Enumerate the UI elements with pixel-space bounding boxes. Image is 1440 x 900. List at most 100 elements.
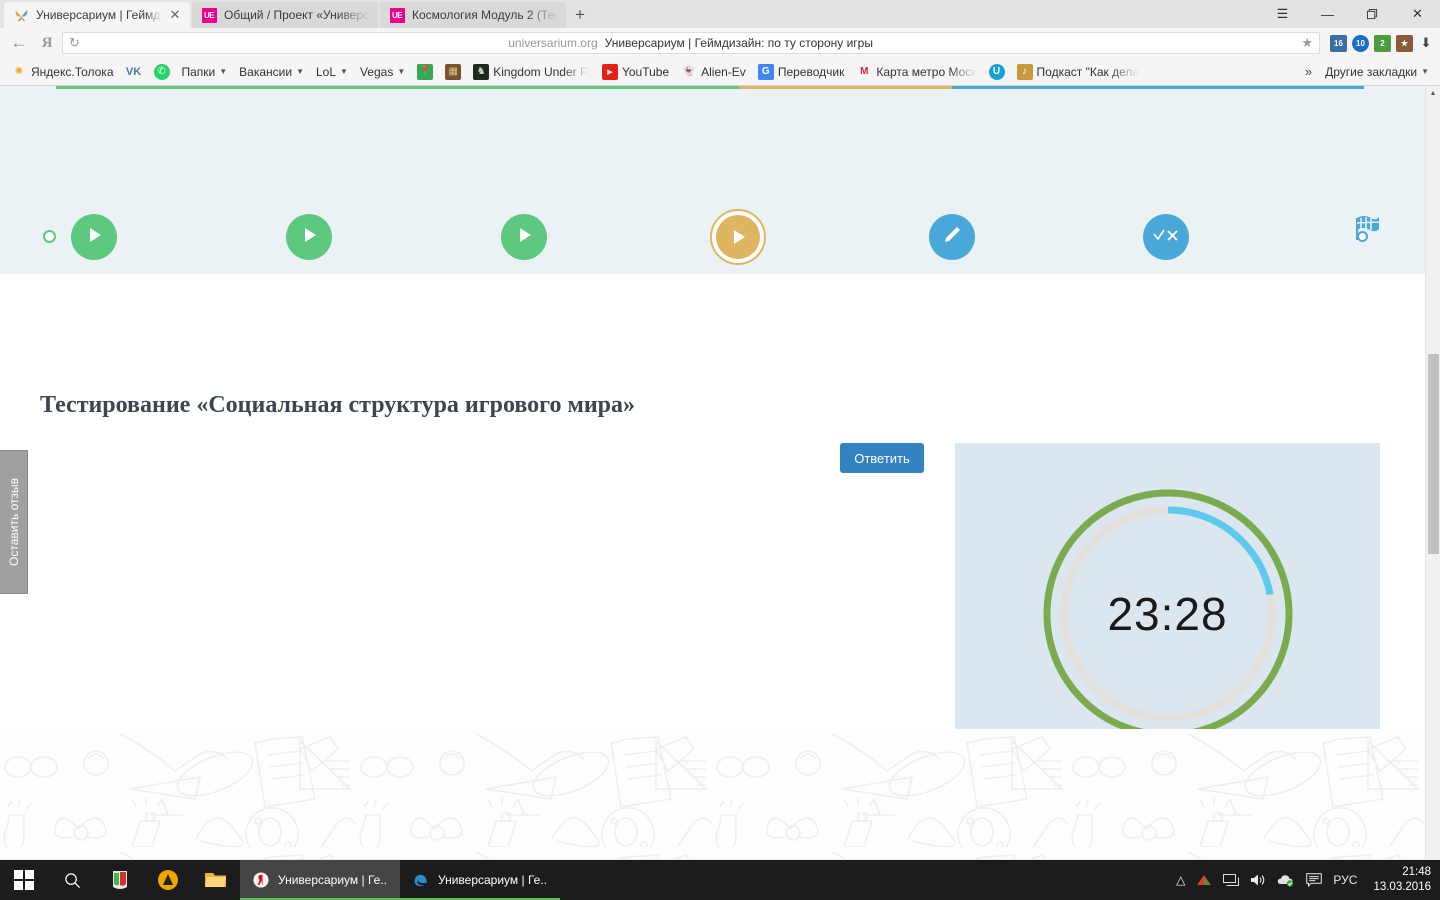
address-bar[interactable]: ↻ universarium.org Универсариум | Геймди… (62, 32, 1320, 54)
feedback-tab[interactable]: Оставить отзыв (0, 450, 28, 594)
url-domain: universarium.org (508, 36, 598, 50)
ext-colorful-icon[interactable]: ★ (1396, 34, 1413, 52)
network-icon[interactable] (1223, 873, 1240, 887)
ue-icon: UE (201, 7, 217, 23)
menu-icon[interactable]: ☰ (1260, 0, 1305, 28)
close-icon[interactable]: ✕ (168, 7, 182, 23)
bookmark-kingdom[interactable]: ♞ Kingdom Under Fi (468, 62, 595, 82)
bookmark-star-icon[interactable]: ★ (1301, 35, 1313, 51)
scrollbar-thumb[interactable] (1428, 354, 1439, 554)
bookmarks-overflow-icon[interactable]: » (1299, 64, 1318, 79)
reload-icon[interactable]: ↻ (69, 35, 80, 51)
yandex-logo-icon[interactable]: Я (34, 30, 60, 56)
stepper-segment (56, 86, 739, 89)
triangle-icon[interactable] (1196, 874, 1212, 886)
butterfly-icon (13, 7, 29, 23)
bookmark-folder-lol[interactable]: LoL ▼ (311, 63, 353, 81)
step-node-homework[interactable] (929, 214, 975, 260)
browser-tab-2[interactable]: UE Общий / Проект «Универсар (192, 2, 378, 28)
u-icon: U (988, 63, 1005, 80)
ext-badge-16-icon[interactable]: 16 (1330, 34, 1347, 52)
tab-title: Космология Модуль 2 (Тест, (412, 8, 558, 22)
bookmark-folder-vegas[interactable]: Vegas ▼ (355, 63, 410, 81)
bookmark-maps[interactable]: 📍 (412, 62, 438, 82)
maximize-icon[interactable] (1350, 0, 1395, 28)
browser-tab-1[interactable]: Универсариум | Геймдиз ✕ (4, 2, 190, 28)
bookmarks-bar: ✺ Яндекс.Толока VK ✆ Папки ▼ Вакансии ▼ LoL… (0, 58, 1440, 86)
start-dot-icon (43, 230, 56, 243)
taskbar-task-edge[interactable]: Универсариум | Ге... (400, 860, 560, 900)
language-indicator[interactable]: РУС (1333, 873, 1357, 887)
extensions-bar: 16 10 2 ★ ⬇ (1322, 34, 1434, 52)
bookmark-podcast[interactable]: ♪ Подкаст "Как дела (1012, 62, 1145, 82)
step-node-lekciya-3[interactable] (501, 214, 547, 260)
bookmark-youtube[interactable]: ▶ YouTube (597, 62, 674, 82)
browser-tab-3[interactable]: UE Космология Модуль 2 (Тест, (380, 2, 566, 28)
course-progress-stepper: Лекция 1 Лекция 2 Лекция 3 Тест (0, 86, 1425, 322)
pencil-icon (941, 224, 963, 251)
clock-time: 21:48 (1402, 866, 1431, 878)
feedback-tab-label: Оставить отзыв (6, 478, 21, 566)
search-icon[interactable] (48, 860, 96, 900)
windows-taskbar: Универсариум | Ге... Универсариум | Ге..… (0, 860, 1440, 900)
bookmark-folder-papki[interactable]: Папки ▼ (177, 63, 233, 81)
back-button[interactable]: ← (6, 30, 32, 56)
bookmark-metro[interactable]: M Карта метро Моск (851, 62, 981, 82)
kingdom-icon: ♞ (473, 63, 490, 80)
bookmark-u[interactable]: U (984, 62, 1010, 82)
media-player-icon[interactable] (96, 860, 144, 900)
url-title: Универсариум | Геймдизайн: по ту сторону… (604, 36, 873, 50)
file-explorer-icon[interactable] (192, 860, 240, 900)
taskbar-task-yandex[interactable]: Универсариум | Ге... (240, 860, 400, 900)
vertical-scrollbar[interactable]: ▲ (1425, 86, 1440, 859)
amd-icon[interactable] (144, 860, 192, 900)
vk-icon: VK (125, 65, 142, 78)
volume-icon[interactable] (1250, 873, 1266, 887)
scroll-up-arrow-icon[interactable]: ▲ (1426, 86, 1440, 101)
tab-strip: Универсариум | Геймдиз ✕ UE Общий / Прое… (0, 0, 1440, 28)
step-node-test[interactable] (710, 209, 766, 265)
ext-badge-2-icon[interactable]: 2 (1374, 34, 1391, 52)
bookmark-vk[interactable]: VK (121, 62, 147, 82)
bookmark-game[interactable]: ▦ (440, 62, 466, 82)
toloka-icon: ✺ (14, 66, 24, 77)
bookmark-alien[interactable]: 👻 Alien-Ev (676, 62, 751, 82)
checkered-flag-icon (1348, 212, 1382, 246)
minimize-icon[interactable]: — (1305, 0, 1350, 28)
download-icon[interactable]: ⬇ (1418, 35, 1434, 51)
url-display: universarium.org Универсариум | Геймдиза… (84, 36, 1297, 50)
step-node-homework-check[interactable] (1143, 214, 1189, 260)
bookmark-item[interactable]: ✺ Яндекс.Толока (6, 62, 119, 82)
notification-icon[interactable] (1306, 873, 1323, 887)
bookmark-translate[interactable]: G Переводчик (753, 62, 850, 82)
timer-ring: 23:28 (1042, 488, 1294, 740)
check-cross-icon (1152, 227, 1180, 248)
other-bookmarks-folder[interactable]: Другие закладки ▼ (1320, 63, 1434, 81)
window-controls: ☰ — ✕ (1260, 0, 1440, 28)
page-footer (0, 729, 1425, 859)
ext-badge-10-icon[interactable]: 10 (1352, 34, 1369, 52)
step-node-lekciya-2[interactable] (286, 214, 332, 260)
page-content: Лекция 1 Лекция 2 Лекция 3 Тест (0, 86, 1425, 859)
chevron-down-icon: ▼ (1421, 67, 1429, 76)
stepper-segment (739, 86, 952, 89)
taskbar-clock[interactable]: 21:48 13.03.2016 (1368, 865, 1431, 895)
translate-icon: G (757, 63, 774, 80)
play-icon (299, 225, 319, 250)
metro-icon: M (860, 66, 869, 77)
edge-browser-icon (413, 872, 429, 888)
youtube-icon: ▶ (601, 63, 618, 80)
tab-title: Универсариум | Геймдиз (36, 8, 161, 22)
chevron-down-icon: ▼ (219, 67, 228, 76)
bookmark-folder-vakansii[interactable]: Вакансии ▼ (234, 63, 309, 81)
cloud-icon[interactable] (1277, 873, 1295, 887)
new-tab-button[interactable]: + (566, 2, 594, 28)
bookmark-whatsapp[interactable]: ✆ (149, 62, 175, 82)
yandex-browser-icon (253, 872, 269, 888)
step-node-lekciya-1[interactable] (71, 214, 117, 260)
taskbar-task-title: Универсариум | Ге... (278, 873, 387, 887)
answer-button[interactable]: Ответить (840, 443, 924, 473)
chevron-up-icon[interactable]: △ (1176, 873, 1185, 887)
windows-start-icon[interactable] (0, 860, 48, 900)
close-icon[interactable]: ✕ (1395, 0, 1440, 28)
